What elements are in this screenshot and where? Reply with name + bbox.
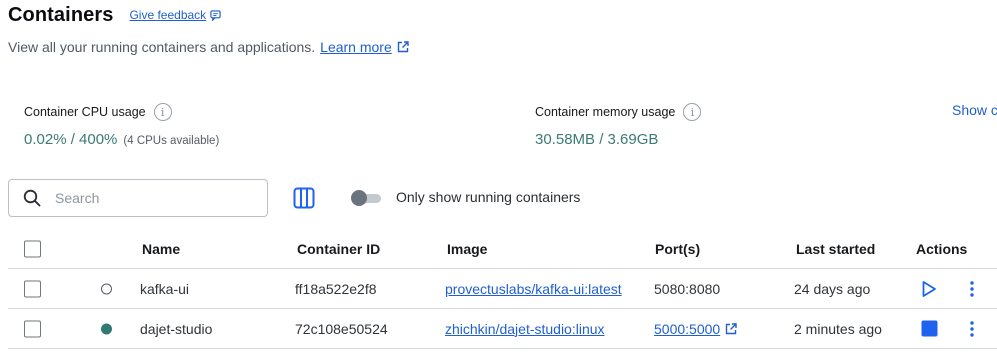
- table-row[interactable]: dajet-studio 72c108e50524 zhichkin/dajet…: [8, 309, 997, 349]
- more-actions-button[interactable]: [964, 278, 980, 300]
- search-field[interactable]: [8, 179, 268, 217]
- show-charts-link[interactable]: Show c: [952, 102, 997, 118]
- running-only-toggle[interactable]: [351, 190, 381, 206]
- info-icon[interactable]: i: [683, 103, 702, 121]
- container-id: ff18a522e2f8: [295, 280, 377, 297]
- cpu-usage-value: 0.02% / 400%: [24, 131, 118, 148]
- stop-icon: [921, 320, 937, 337]
- status-running-indicator: [101, 323, 112, 334]
- cpu-count-note: (4 CPUs available): [123, 135, 220, 147]
- column-header-last-started[interactable]: Last started: [796, 241, 875, 257]
- last-started: 2 minutes ago: [794, 320, 882, 337]
- page-title: Containers: [8, 4, 114, 26]
- port-mapping: 5000:5000: [654, 320, 721, 337]
- learn-more-label: Learn more: [320, 39, 392, 55]
- column-header-image[interactable]: Image: [447, 241, 487, 257]
- page-subtitle: View all your running containers and app…: [8, 39, 409, 55]
- search-icon: [23, 189, 41, 207]
- containers-table: Name Container ID Image Port(s) Last sta…: [8, 230, 997, 349]
- chat-bubble-icon: [210, 9, 221, 21]
- column-header-ports[interactable]: Port(s): [655, 241, 700, 257]
- play-icon: [922, 280, 936, 297]
- info-icon[interactable]: i: [153, 103, 172, 121]
- more-actions-button[interactable]: [964, 318, 980, 340]
- image-link[interactable]: zhichkin/dajet-studio:linux: [445, 321, 605, 337]
- learn-more-link[interactable]: Learn more: [320, 39, 409, 55]
- memory-usage-value: 30.58MB / 3.69GB: [535, 131, 659, 148]
- memory-usage-stat: Container memory usage i 30.58MB / 3.69G…: [535, 102, 702, 148]
- give-feedback-link[interactable]: Give feedback: [129, 8, 221, 22]
- select-all-checkbox[interactable]: [24, 240, 41, 258]
- table-header-row: Name Container ID Image Port(s) Last sta…: [8, 230, 997, 269]
- table-row[interactable]: kafka-ui ff18a522e2f8 provectuslabs/kafk…: [8, 269, 997, 309]
- container-id: 72c108e50524: [295, 320, 388, 337]
- stop-button[interactable]: [920, 320, 938, 338]
- external-link-icon: [725, 322, 737, 334]
- column-header-container-id[interactable]: Container ID: [297, 241, 380, 257]
- external-link-icon: [397, 41, 409, 53]
- container-name[interactable]: kafka-ui: [140, 281, 189, 297]
- page-header: Containers Give feedback View all your r…: [8, 4, 409, 55]
- subtitle-text: View all your running containers and app…: [8, 39, 316, 55]
- columns-icon: [293, 187, 315, 209]
- start-button[interactable]: [918, 278, 940, 300]
- row-checkbox[interactable]: [24, 280, 41, 297]
- more-vertical-icon: [970, 320, 974, 337]
- row-checkbox[interactable]: [24, 320, 41, 337]
- more-vertical-icon: [970, 280, 974, 297]
- cpu-usage-stat: Container CPU usage i 0.02% / 400% (4 CP…: [24, 102, 219, 148]
- port-mapping: 5080:8080: [654, 280, 721, 297]
- memory-usage-label: Container memory usage: [535, 105, 676, 119]
- status-stopped-indicator: [101, 283, 112, 294]
- column-header-name[interactable]: Name: [142, 241, 180, 257]
- image-link[interactable]: provectuslabs/kafka-ui:latest: [445, 281, 622, 297]
- title-row: Containers Give feedback: [8, 4, 409, 27]
- toggle-knob: [351, 190, 367, 206]
- running-only-label: Only show running containers: [396, 189, 581, 205]
- container-name[interactable]: dajet-studio: [140, 321, 212, 337]
- give-feedback-label: Give feedback: [129, 8, 207, 22]
- last-started: 24 days ago: [794, 280, 871, 297]
- port-link[interactable]: 5000:5000: [654, 321, 737, 337]
- cpu-usage-label: Container CPU usage: [24, 105, 146, 119]
- columns-button[interactable]: [293, 187, 315, 209]
- search-input[interactable]: [55, 190, 235, 206]
- column-header-actions: Actions: [916, 241, 968, 257]
